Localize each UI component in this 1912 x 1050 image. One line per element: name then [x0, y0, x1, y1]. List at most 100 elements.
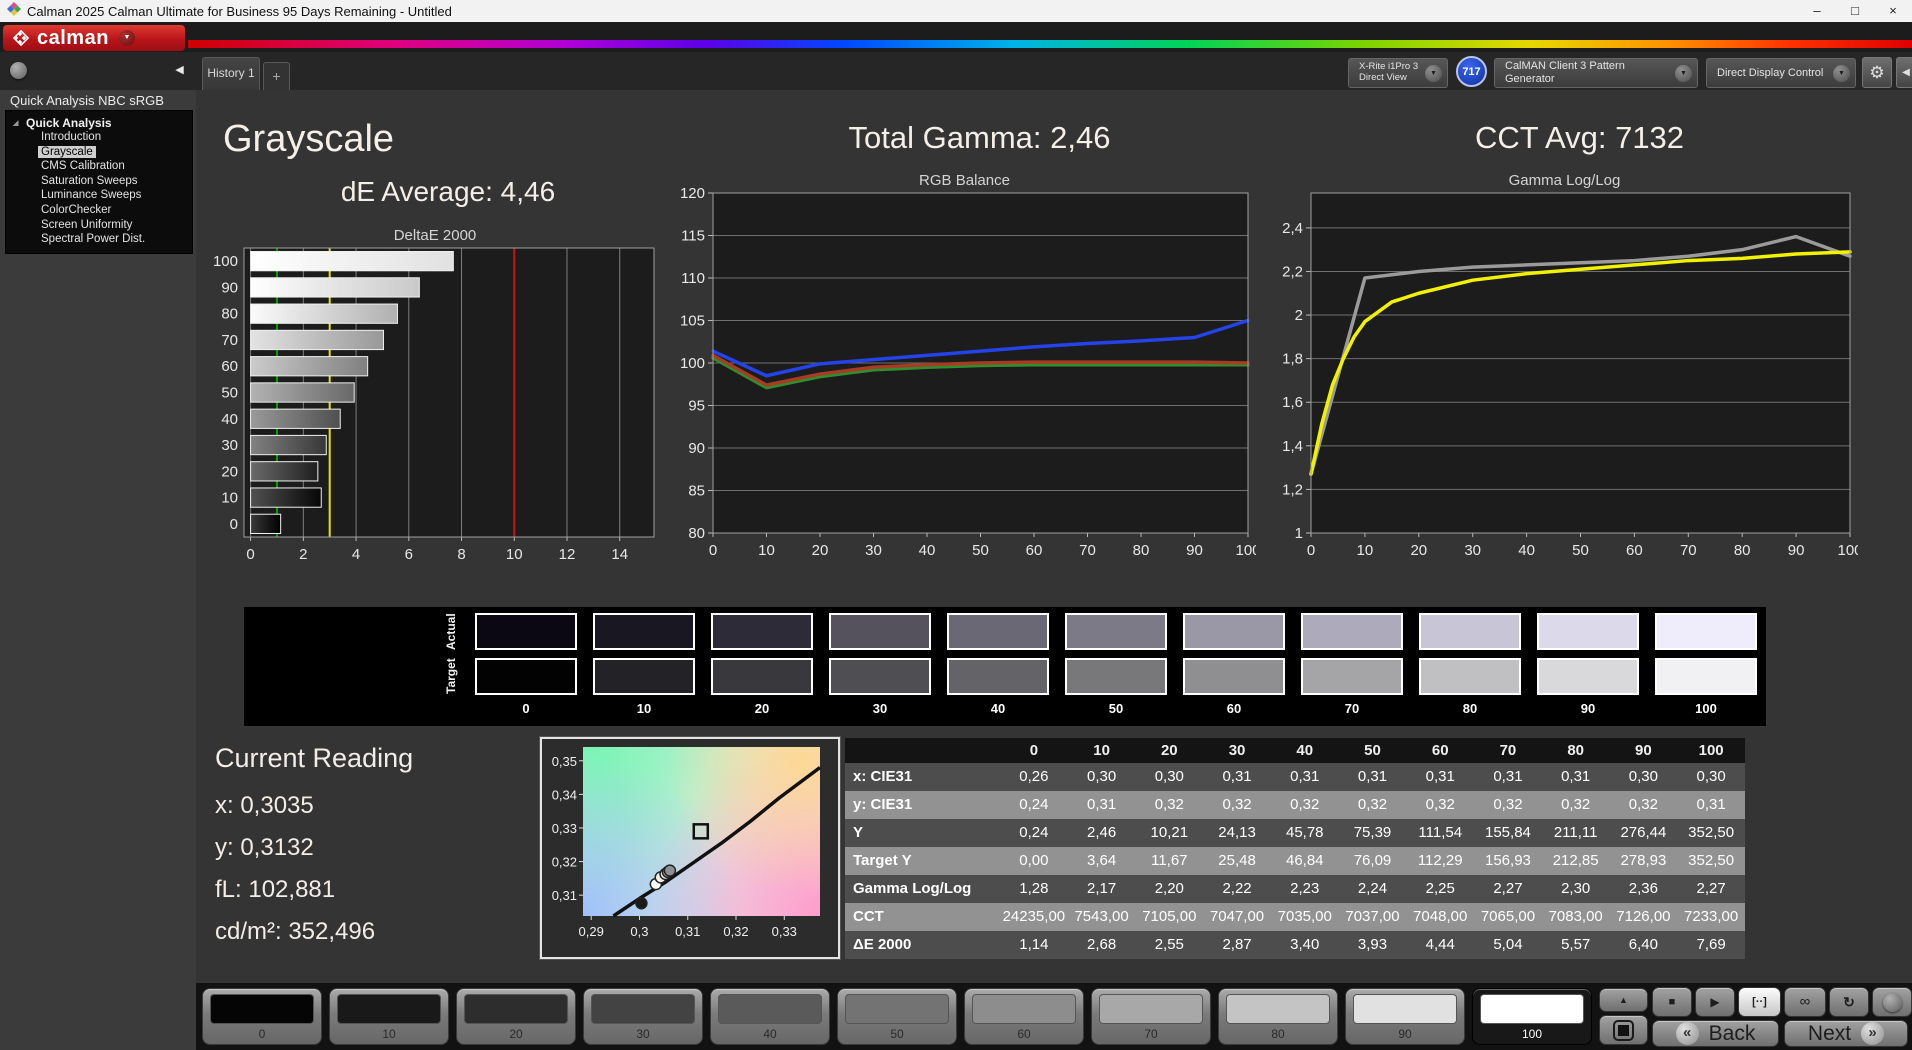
tab-add-button[interactable]: +: [263, 62, 290, 90]
play-button[interactable]: ▶: [1695, 987, 1735, 1017]
svg-text:0: 0: [230, 516, 238, 533]
swatch-level-label: 20: [711, 701, 813, 716]
sidebar-item-introduction[interactable]: Introduction: [6, 131, 192, 146]
de-average-label: dE Average: 4,46: [223, 176, 673, 208]
patch-chip: [591, 994, 695, 1024]
app-icon: [7, 2, 21, 21]
target-swatch-50: [1065, 658, 1167, 695]
sidebar-item-saturation-sweeps[interactable]: Saturation Sweeps: [6, 175, 192, 190]
svg-text:100: 100: [213, 253, 238, 270]
swatch-level-label: 90: [1537, 701, 1639, 716]
target-swatch-40: [947, 658, 1049, 695]
table-cell: 0,00: [1000, 847, 1068, 875]
sidebar-item-luminance-sweeps[interactable]: Luminance Sweeps: [6, 189, 192, 204]
panel-edge-button[interactable]: ◀: [1896, 57, 1912, 88]
continuous-read-button[interactable]: ∞: [1784, 987, 1826, 1017]
minimize-button[interactable]: –: [1798, 0, 1836, 22]
sidebar-item-spectral-power-dist-[interactable]: Spectral Power Dist.: [6, 233, 192, 248]
svg-text:80: 80: [1734, 542, 1751, 559]
target-swatch-90: [1537, 658, 1639, 695]
svg-text:100: 100: [680, 355, 705, 372]
level-up-button[interactable]: ▲: [1599, 988, 1648, 1012]
svg-text:70: 70: [221, 332, 238, 349]
actual-row-label: Actual: [444, 613, 458, 650]
logo-dropdown-icon[interactable]: ▼: [119, 30, 135, 46]
session-indicator-button[interactable]: [10, 62, 27, 79]
svg-text:80: 80: [221, 306, 238, 323]
patch-chip: [1099, 994, 1203, 1024]
meter-dropdown[interactable]: X-Rite i1Pro 3 Direct View ▼: [1348, 58, 1448, 88]
tab-history-1[interactable]: History 1: [202, 57, 260, 90]
pattern-patch-0[interactable]: 0: [202, 988, 322, 1045]
table-cell: 4,44: [1406, 931, 1474, 959]
table-cell: 155,84: [1474, 819, 1542, 847]
table-cell: 7,69: [1677, 931, 1745, 959]
display-control-dropdown[interactable]: Direct Display Control ▼: [1706, 58, 1856, 88]
actual-swatch-40: [947, 613, 1049, 650]
svg-text:0,32: 0,32: [552, 855, 577, 870]
table-cell: 7233,00: [1677, 903, 1745, 931]
svg-text:50: 50: [972, 542, 989, 559]
sidebar-item-screen-uniformity[interactable]: Screen Uniformity: [6, 219, 192, 234]
chevron-down-icon[interactable]: ▼: [1425, 65, 1442, 82]
next-button[interactable]: Next »: [1784, 1020, 1908, 1047]
chevron-down-icon[interactable]: ▼: [1833, 65, 1850, 82]
sphere-button[interactable]: [1872, 987, 1912, 1017]
pattern-generator-dropdown[interactable]: CalMAN Client 3 Pattern Generator ▼: [1494, 58, 1698, 88]
read-series-button[interactable]: [··]: [1738, 987, 1781, 1017]
svg-text:60: 60: [1626, 542, 1643, 559]
svg-text:0,3: 0,3: [630, 924, 648, 939]
svg-text:0,29: 0,29: [579, 924, 604, 939]
pattern-patch-60[interactable]: 60: [964, 988, 1084, 1045]
chevron-down-icon[interactable]: ▼: [1675, 65, 1692, 82]
pattern-control-bar: ▲ ■ ▶ [··] ∞ ↻ « Back Next » 01020304050…: [196, 983, 1912, 1050]
sidebar-item-cms-calibration[interactable]: CMS Calibration: [6, 160, 192, 175]
table-cell: 7543,00: [1068, 903, 1136, 931]
table-cell: 0,32: [1542, 791, 1610, 819]
maximize-button[interactable]: □: [1836, 0, 1874, 22]
table-cell: 0,30: [1068, 763, 1136, 791]
pattern-patch-100[interactable]: 100: [1472, 988, 1592, 1045]
table-cell: 0,32: [1135, 791, 1203, 819]
stop-button[interactable]: ■: [1652, 987, 1692, 1017]
sidebar-item-grayscale[interactable]: Grayscale: [6, 146, 192, 161]
pattern-patch-10[interactable]: 10: [329, 988, 449, 1045]
pattern-patch-70[interactable]: 70: [1091, 988, 1211, 1045]
table-cell: 2,68: [1068, 931, 1136, 959]
pattern-patch-30[interactable]: 30: [583, 988, 703, 1045]
svg-text:90: 90: [221, 279, 238, 296]
sidebar-item-colorchecker[interactable]: ColorChecker: [6, 204, 192, 219]
pattern-patch-40[interactable]: 40: [710, 988, 830, 1045]
pattern-patch-80[interactable]: 80: [1218, 988, 1338, 1045]
tree-root-quick-analysis[interactable]: ◢Quick Analysis: [6, 116, 192, 131]
svg-text:4: 4: [352, 546, 360, 563]
current-reading-y: y: 0,3132: [215, 834, 314, 862]
table-row-label: Y: [845, 819, 1000, 847]
swatch-level-label: 30: [829, 701, 931, 716]
meter-reading-badge[interactable]: 717: [1456, 56, 1487, 87]
close-button[interactable]: ×: [1874, 0, 1912, 22]
table-cell: 2,87: [1203, 931, 1271, 959]
table-cell: 0,31: [1474, 763, 1542, 791]
window-pattern-button[interactable]: [1599, 1015, 1648, 1045]
sidebar-collapse-button[interactable]: ◀: [170, 62, 189, 79]
rainbow-gradient-strip: [188, 40, 1912, 48]
table-cell: 2,55: [1135, 931, 1203, 959]
pattern-patch-90[interactable]: 90: [1345, 988, 1465, 1045]
table-cell: 7047,00: [1203, 903, 1271, 931]
workflow-title: Quick Analysis NBC sRGB: [10, 93, 164, 108]
back-button[interactable]: « Back: [1652, 1020, 1779, 1047]
svg-text:50: 50: [221, 385, 238, 402]
target-swatch-70: [1301, 658, 1403, 695]
patch-chip: [1353, 994, 1457, 1024]
svg-text:10: 10: [506, 546, 523, 563]
svg-text:0,35: 0,35: [552, 754, 577, 769]
expander-icon[interactable]: ◢: [13, 119, 18, 127]
settings-gear-button[interactable]: ⚙: [1862, 57, 1892, 88]
refresh-button[interactable]: ↻: [1829, 987, 1869, 1017]
table-cell: 7037,00: [1339, 903, 1407, 931]
pattern-patch-20[interactable]: 20: [456, 988, 576, 1045]
calman-menu-button[interactable]: calman ▼: [3, 25, 185, 51]
pattern-patch-50[interactable]: 50: [837, 988, 957, 1045]
swatch-level-label: 60: [1183, 701, 1285, 716]
